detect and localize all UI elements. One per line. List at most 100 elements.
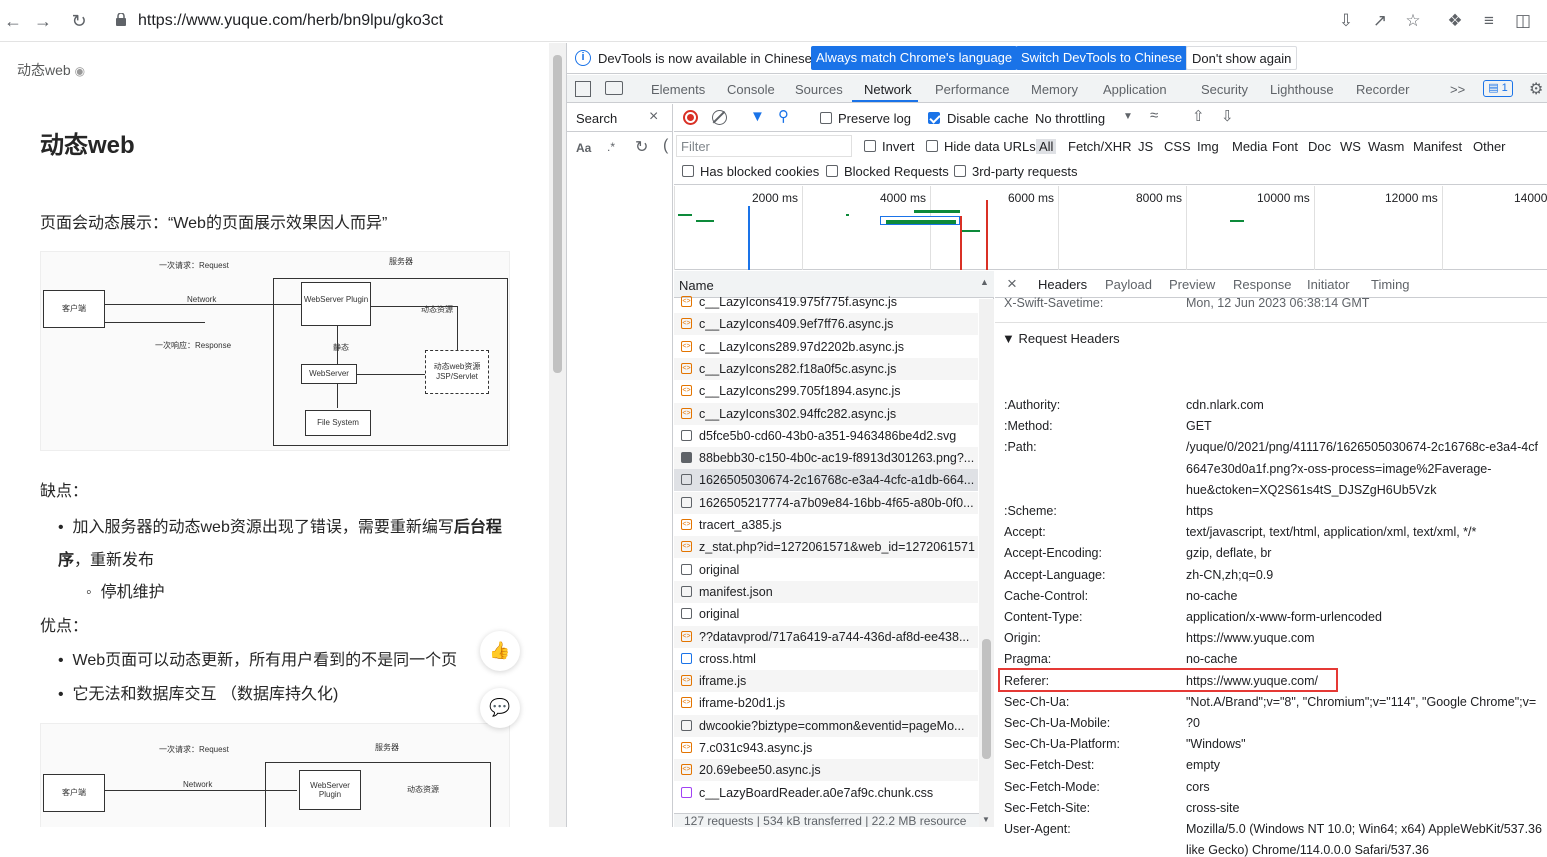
share-icon[interactable]: ↗ bbox=[1369, 10, 1391, 32]
clear-icon[interactable] bbox=[712, 110, 727, 125]
type-media[interactable]: Media bbox=[1232, 139, 1267, 154]
request-row[interactable]: <> 7.c031c943.async.js bbox=[674, 737, 978, 759]
forward-icon[interactable]: → bbox=[30, 8, 56, 34]
export-har-icon[interactable]: ⇩ bbox=[1221, 107, 1234, 125]
type-all[interactable]: All bbox=[1036, 139, 1057, 154]
issues-badge[interactable]: ▤ 1 bbox=[1483, 80, 1513, 97]
clear-search-icon[interactable]: ( bbox=[663, 137, 668, 155]
request-row[interactable]: <> c__LazyIcons282.f18a0f5c.async.js bbox=[674, 357, 978, 380]
tab-initiator[interactable]: Initiator bbox=[1307, 277, 1350, 292]
close-detail-icon[interactable]: × bbox=[1007, 274, 1017, 294]
record-icon[interactable] bbox=[683, 110, 698, 125]
install-icon[interactable]: ⇩ bbox=[1335, 10, 1357, 32]
request-row[interactable]: <> c__LazyIcons419.975f775f.async.js bbox=[674, 291, 978, 313]
request-row[interactable]: 1626505217774-a7b09e84-16bb-4f65-a80b-0f… bbox=[674, 491, 978, 514]
tab-application[interactable]: Application bbox=[1103, 82, 1167, 97]
hide-data-urls-checkbox[interactable] bbox=[926, 140, 938, 152]
type-manifest[interactable]: Manifest bbox=[1413, 139, 1462, 154]
request-row[interactable]: <> ??datavprod/717a6419-a744-436d-af8d-ee… bbox=[674, 625, 978, 648]
reload-icon[interactable]: ↻ bbox=[66, 8, 92, 34]
search-tab-label[interactable]: Search bbox=[576, 111, 617, 126]
request-row[interactable]: <> c__LazyIcons302.94ffc282.async.js bbox=[674, 402, 978, 425]
tab-lighthouse[interactable]: Lighthouse bbox=[1270, 82, 1334, 97]
tab-preview[interactable]: Preview bbox=[1169, 277, 1215, 292]
settings-gear-icon[interactable]: ⚙ bbox=[1529, 79, 1543, 99]
type-js[interactable]: JS bbox=[1138, 139, 1153, 154]
type-fetch-xhr[interactable]: Fetch/XHR bbox=[1068, 139, 1132, 154]
switch-chinese-button[interactable]: Switch DevTools to Chinese bbox=[1016, 46, 1188, 70]
tab-payload[interactable]: Payload bbox=[1105, 277, 1152, 292]
request-row[interactable]: manifest.json bbox=[674, 580, 978, 603]
dont-show-again-button[interactable]: Don't show again bbox=[1186, 46, 1298, 70]
type-other[interactable]: Other bbox=[1473, 139, 1506, 154]
search-icon[interactable]: ⚲ bbox=[778, 107, 789, 125]
request-row[interactable]: <> iframe-b20d1.js bbox=[674, 692, 978, 714]
filter-icon[interactable]: ▼ bbox=[750, 108, 765, 125]
tab-performance[interactable]: Performance bbox=[935, 82, 1009, 97]
type-img[interactable]: Img bbox=[1197, 139, 1219, 154]
has-blocked-cookies-checkbox[interactable] bbox=[682, 165, 694, 177]
request-row[interactable]: <> iframe.js bbox=[674, 670, 978, 693]
filter-input[interactable]: Filter bbox=[676, 135, 852, 157]
preserve-log-checkbox[interactable] bbox=[820, 112, 832, 124]
network-overview-timeline[interactable]: 2000 ms 4000 ms 6000 ms 8000 ms 10000 ms… bbox=[674, 186, 1547, 270]
match-case-icon[interactable]: Aa bbox=[576, 141, 591, 155]
more-tabs-button[interactable]: >> bbox=[1450, 82, 1465, 97]
tab-network[interactable]: Network bbox=[864, 82, 912, 97]
bookmark-star-icon[interactable]: ☆ bbox=[1402, 10, 1424, 32]
request-row[interactable]: <> c__LazyIcons289.97d2202b.async.js bbox=[674, 336, 978, 358]
like-button[interactable]: 👍 bbox=[480, 631, 520, 671]
breadcrumb[interactable]: 动态web ◉ bbox=[17, 60, 85, 80]
chevron-down-icon[interactable]: ▼ bbox=[1123, 111, 1133, 122]
import-har-icon[interactable]: ⇧ bbox=[1192, 107, 1205, 125]
third-party-checkbox[interactable] bbox=[954, 165, 966, 177]
tab-headers[interactable]: Headers bbox=[1038, 277, 1087, 292]
request-row[interactable]: 1626505030674-2c16768c-e3a4-4cfc-a1db-66… bbox=[674, 469, 978, 492]
match-language-button[interactable]: Always match Chrome's language bbox=[811, 46, 1018, 70]
request-row[interactable]: <> c__LazyIcons299.705f1894.async.js bbox=[674, 380, 978, 402]
type-css[interactable]: CSS bbox=[1164, 139, 1191, 154]
network-conditions-icon[interactable]: ≈ bbox=[1150, 107, 1158, 124]
tab-console[interactable]: Console bbox=[727, 82, 775, 97]
invert-checkbox[interactable] bbox=[864, 140, 876, 152]
regex-icon[interactable]: .* bbox=[607, 140, 615, 154]
tab-security[interactable]: Security bbox=[1201, 82, 1248, 97]
request-row[interactable]: <> tracert_a385.js bbox=[674, 514, 978, 536]
request-row[interactable]: dwcookie?biztype=common&eventid=pageMo..… bbox=[674, 714, 978, 737]
request-headers-section[interactable]: ▼ Request Headers bbox=[1002, 331, 1120, 346]
request-row[interactable]: cross.html bbox=[674, 648, 978, 670]
tab-recorder[interactable]: Recorder bbox=[1356, 82, 1409, 97]
side-panel-icon[interactable]: ◫ bbox=[1512, 10, 1534, 32]
comment-button[interactable]: 💬 bbox=[480, 688, 520, 728]
address-bar[interactable]: https://www.yuque.com/herb/bn9lpu/gko3ct bbox=[104, 5, 1330, 37]
request-row[interactable]: <> c__LazyIcons409.9ef7ff76.async.js bbox=[674, 313, 978, 336]
tab-timing[interactable]: Timing bbox=[1371, 277, 1410, 292]
request-row[interactable]: c__LazyBoardReader.a0e7af9c.chunk.css bbox=[674, 782, 978, 804]
close-icon[interactable]: × bbox=[649, 108, 658, 126]
device-toolbar-icon[interactable] bbox=[605, 81, 623, 95]
request-list-scrollbar[interactable]: ▼ bbox=[979, 299, 994, 827]
type-font[interactable]: Font bbox=[1272, 139, 1298, 154]
tab-response[interactable]: Response bbox=[1233, 277, 1292, 292]
refresh-icon[interactable]: ↻ bbox=[635, 137, 648, 157]
type-wasm[interactable]: Wasm bbox=[1368, 139, 1404, 154]
disable-cache-checkbox[interactable] bbox=[928, 112, 940, 124]
tab-memory[interactable]: Memory bbox=[1031, 82, 1078, 97]
sort-up-icon[interactable]: ▲ bbox=[980, 277, 989, 287]
blocked-requests-checkbox[interactable] bbox=[826, 165, 838, 177]
reading-list-icon[interactable]: ≡ bbox=[1478, 10, 1500, 32]
inspect-icon[interactable] bbox=[575, 81, 591, 97]
request-row[interactable]: original bbox=[674, 603, 978, 625]
type-doc[interactable]: Doc bbox=[1308, 139, 1331, 154]
page-scrollbar[interactable] bbox=[549, 43, 566, 827]
extensions-icon[interactable]: ❖ bbox=[1444, 10, 1466, 32]
request-row[interactable]: <> z_stat.php?id=1272061571&web_id=127206… bbox=[674, 536, 978, 559]
type-ws[interactable]: WS bbox=[1340, 139, 1361, 154]
request-row[interactable]: <> 20.69ebee50.async.js bbox=[674, 759, 978, 782]
request-row[interactable]: 88bebb30-c150-4b0c-ac19-f8913d301263.png… bbox=[674, 447, 978, 470]
request-row[interactable]: original bbox=[674, 559, 978, 581]
throttling-select[interactable]: No throttling bbox=[1035, 111, 1105, 126]
back-icon[interactable]: ← bbox=[0, 8, 26, 34]
tab-elements[interactable]: Elements bbox=[651, 82, 705, 97]
tab-sources[interactable]: Sources bbox=[795, 82, 843, 97]
